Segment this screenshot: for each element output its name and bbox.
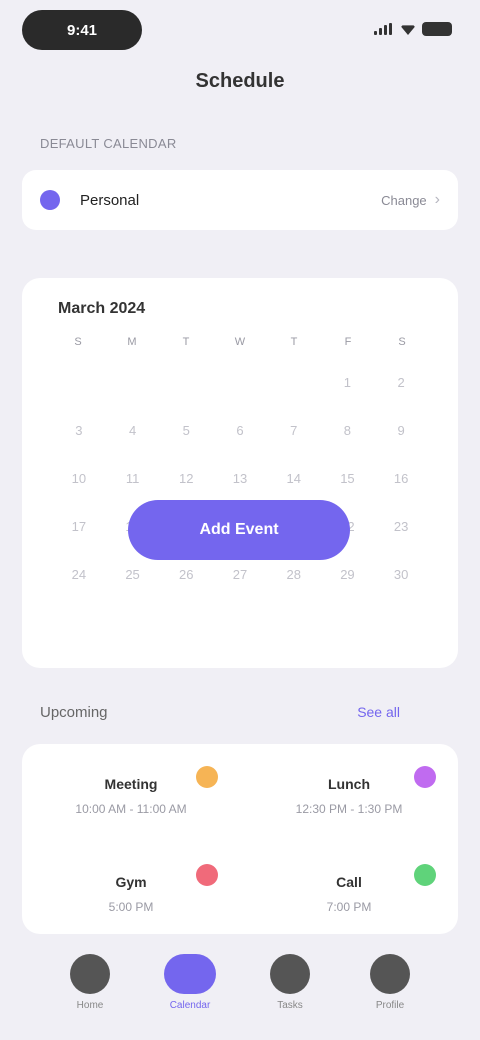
status-icons <box>374 22 452 36</box>
event-badge <box>414 864 436 886</box>
signal-icon <box>374 23 394 35</box>
tab-home[interactable]: Home <box>55 954 125 1011</box>
page-title: Schedule <box>195 70 285 92</box>
tab-label: Tasks <box>277 1000 303 1011</box>
calendar-day <box>267 370 321 396</box>
see-all-link[interactable]: See all <box>357 704 400 721</box>
event-tile[interactable]: Lunch 12:30 PM - 1:30 PM <box>240 744 458 842</box>
calendar-day[interactable]: 27 <box>213 562 267 588</box>
upcoming-grid: Meeting 10:00 AM - 11:00 AM Lunch 12:30 … <box>22 744 458 934</box>
upcoming-header: Upcoming See all <box>40 704 400 721</box>
calendar-day[interactable]: 15 <box>321 466 375 492</box>
event-badge <box>196 864 218 886</box>
tasks-icon <box>270 954 310 994</box>
weekday-label: W <box>234 336 246 348</box>
calendar-day[interactable]: 3 <box>52 418 106 444</box>
calendar-day[interactable]: 9 <box>374 418 428 444</box>
chevron-right-icon: › <box>434 191 440 208</box>
status-time: 9:41 <box>22 10 142 50</box>
event-time: 12:30 PM - 1:30 PM <box>295 802 403 816</box>
wifi-icon <box>400 25 416 35</box>
calendar-day[interactable]: 14 <box>267 466 321 492</box>
section-title: Upcoming <box>40 704 108 721</box>
calendar-day[interactable]: 11 <box>106 466 160 492</box>
calendar-month: March 2024 <box>58 300 146 317</box>
tab-calendar[interactable]: Calendar <box>155 954 225 1011</box>
event-title: Meeting <box>104 776 158 792</box>
event-time: 7:00 PM <box>326 900 372 914</box>
calendar-card: March 2024 S M T W T F S 1 2 3 4 5 6 7 8 9 10 11 12… <box>22 278 458 668</box>
event-badge <box>196 766 218 788</box>
calendar-day[interactable]: 30 <box>374 562 428 588</box>
event-title: Gym <box>115 874 147 890</box>
section-caption: DEFAULT CALENDAR <box>40 136 177 151</box>
battery-icon <box>422 22 452 36</box>
calendar-day[interactable]: 1 <box>321 370 375 396</box>
tab-label: Home <box>76 1000 104 1011</box>
tab-tasks[interactable]: Tasks <box>255 954 325 1011</box>
calendar-day <box>213 370 267 396</box>
profile-icon <box>370 954 410 994</box>
default-calendar-row[interactable]: Personal Change › <box>22 170 458 230</box>
calendar-day <box>106 370 160 396</box>
event-badge <box>414 766 436 788</box>
calendar-day[interactable]: 16 <box>374 466 428 492</box>
calendar-day <box>159 370 213 396</box>
status-bar: 9:41 <box>0 0 480 64</box>
event-time: 5:00 PM <box>108 900 154 914</box>
calendar-day[interactable]: 6 <box>213 418 267 444</box>
calendar-day[interactable]: 5 <box>159 418 213 444</box>
tab-profile[interactable]: Profile <box>355 954 425 1011</box>
tab-label: Calendar <box>169 1000 211 1011</box>
tab-bar: Home Calendar Tasks Profile <box>0 934 480 1040</box>
event-title: Call <box>336 874 362 890</box>
add-event-button[interactable]: Add Event <box>128 500 350 560</box>
weekday-header: S M T W T F S <box>48 336 432 348</box>
home-icon <box>70 954 110 994</box>
calendar-day[interactable]: 13 <box>213 466 267 492</box>
calendar-color-dot <box>40 190 60 210</box>
event-time: 10:00 AM - 11:00 AM <box>75 802 187 816</box>
event-tile[interactable]: Meeting 10:00 AM - 11:00 AM <box>22 744 240 842</box>
weekday-label: S <box>398 336 406 348</box>
calendar-day <box>52 370 106 396</box>
weekday-label: F <box>344 336 352 348</box>
calendar-day[interactable]: 4 <box>106 418 160 444</box>
calendar-day[interactable]: 17 <box>52 514 106 540</box>
calendar-day[interactable]: 29 <box>321 562 375 588</box>
calendar-day[interactable]: 26 <box>159 562 213 588</box>
calendar-day[interactable]: 12 <box>159 466 213 492</box>
weekday-label: S <box>74 336 82 348</box>
calendar-day[interactable]: 10 <box>52 466 106 492</box>
tab-label: Profile <box>375 1000 405 1011</box>
calendar-day[interactable]: 2 <box>374 370 428 396</box>
calendar-day[interactable]: 28 <box>267 562 321 588</box>
event-tile[interactable]: Gym 5:00 PM <box>22 842 240 940</box>
event-title: Lunch <box>328 776 370 792</box>
calendar-icon <box>164 954 216 994</box>
weekday-label: M <box>127 336 137 348</box>
row-label: Personal <box>80 191 140 209</box>
weekday-label: T <box>182 336 190 348</box>
calendar-day[interactable]: 23 <box>374 514 428 540</box>
calendar-day[interactable]: 24 <box>52 562 106 588</box>
row-value: Change <box>381 192 427 208</box>
calendar-day[interactable]: 25 <box>106 562 160 588</box>
event-tile[interactable]: Call 7:00 PM <box>240 842 458 940</box>
calendar-day[interactable]: 8 <box>321 418 375 444</box>
calendar-day[interactable]: 7 <box>267 418 321 444</box>
weekday-label: T <box>290 336 298 348</box>
